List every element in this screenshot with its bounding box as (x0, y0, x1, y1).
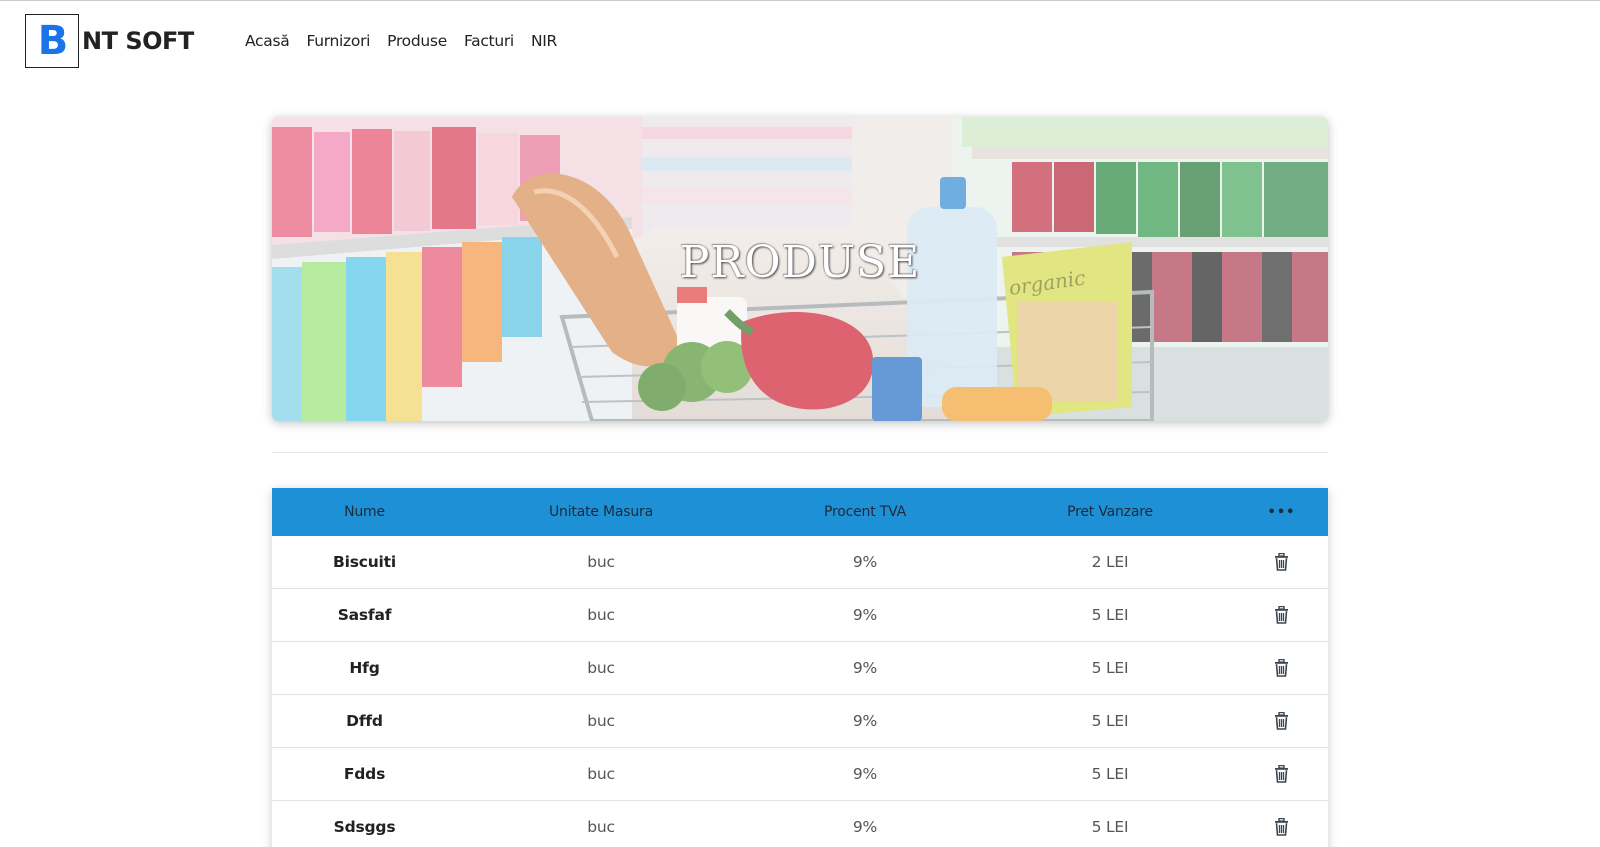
product-price: 2 LEI (1091, 553, 1129, 571)
product-name: Fdds (343, 765, 386, 783)
product-unit: buc (587, 712, 615, 730)
table-row: Dffd buc 9% 5 LEI (272, 695, 1328, 748)
page-title: PRODUSE (679, 237, 921, 288)
trash-icon[interactable] (1274, 712, 1289, 730)
product-price: 5 LEI (1091, 818, 1129, 836)
product-vat: 9% (852, 659, 878, 677)
product-name: Sasfaf (337, 606, 392, 624)
trash-icon[interactable] (1274, 553, 1289, 571)
column-header-procent-tva[interactable]: Procent TVA (745, 504, 985, 520)
product-vat: 9% (852, 712, 878, 730)
trash-icon[interactable] (1274, 606, 1289, 624)
site-header: B NT SOFT Acasă Furnizori Produse Factur… (0, 0, 1600, 86)
column-header-nume[interactable]: Nume (272, 504, 457, 520)
product-unit: buc (587, 606, 615, 624)
nav-link-nir[interactable]: NIR (531, 32, 557, 50)
hero-banner: organic PRODUSE (272, 117, 1328, 421)
product-name: Sdsggs (333, 818, 396, 836)
product-unit: buc (587, 553, 615, 571)
table-row: Hfg buc 9% 5 LEI (272, 642, 1328, 695)
product-price: 5 LEI (1091, 659, 1129, 677)
nav-link-acasa[interactable]: Acasă (245, 32, 290, 50)
table-header: Nume Unitate Masura Procent TVA Pret Van… (272, 488, 1328, 536)
column-header-unitate-masura[interactable]: Unitate Masura (457, 504, 745, 520)
trash-icon[interactable] (1274, 659, 1289, 677)
table-row: Sdsggs buc 9% 5 LEI (272, 801, 1328, 847)
column-header-actions[interactable]: ••• (1235, 506, 1328, 519)
nav-link-produse[interactable]: Produse (387, 32, 447, 50)
trash-icon[interactable] (1274, 818, 1289, 836)
product-name: Hfg (349, 659, 380, 677)
main-nav: Acasă Furnizori Produse Facturi NIR (245, 32, 557, 50)
table-row: Fdds buc 9% 5 LEI (272, 748, 1328, 801)
product-vat: 9% (852, 765, 878, 783)
product-unit: buc (587, 659, 615, 677)
product-vat: 9% (852, 553, 878, 571)
product-unit: buc (587, 818, 615, 836)
logo[interactable]: B NT SOFT (25, 14, 194, 68)
table-row: Sasfaf buc 9% 5 LEI (272, 589, 1328, 642)
product-price: 5 LEI (1091, 606, 1129, 624)
product-unit: buc (587, 765, 615, 783)
product-vat: 9% (852, 606, 878, 624)
trash-icon[interactable] (1274, 765, 1289, 783)
nav-link-furnizori[interactable]: Furnizori (306, 32, 370, 50)
column-header-pret-vanzare[interactable]: Pret Vanzare (985, 504, 1235, 520)
section-divider (272, 452, 1328, 453)
logo-letter: B (37, 18, 69, 64)
product-price: 5 LEI (1091, 712, 1129, 730)
products-table: Nume Unitate Masura Procent TVA Pret Van… (272, 488, 1328, 847)
more-horizontal-icon[interactable]: ••• (1268, 506, 1296, 519)
nav-link-facturi[interactable]: Facturi (464, 32, 514, 50)
logo-mark: B (25, 14, 79, 68)
product-name: Dffd (346, 712, 383, 730)
product-vat: 9% (852, 818, 878, 836)
logo-text: NT SOFT (82, 27, 194, 55)
product-price: 5 LEI (1091, 765, 1129, 783)
table-row: Biscuiti buc 9% 2 LEI (272, 536, 1328, 589)
product-name: Biscuiti (332, 553, 396, 571)
